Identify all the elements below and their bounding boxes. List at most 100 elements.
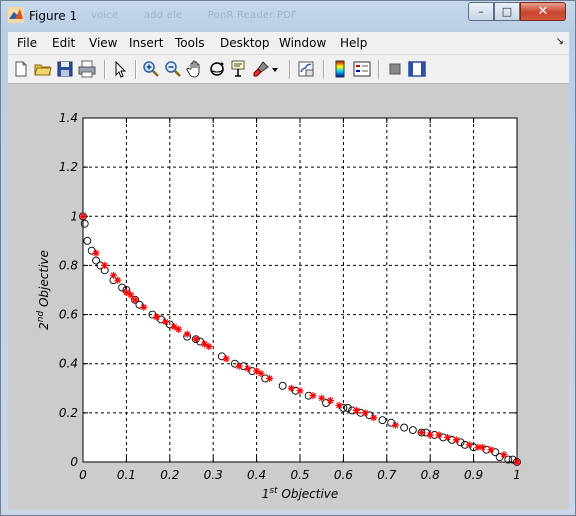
save-icon[interactable]	[56, 60, 74, 78]
x-tick-label: 0	[79, 468, 87, 482]
rotate-3d-icon[interactable]	[208, 60, 226, 78]
background-window-titles: voice add ele PonR Reader PDF	[91, 10, 319, 21]
y-tick-label: 1	[70, 209, 78, 223]
menu-desktop[interactable]: Desktop	[220, 36, 270, 50]
figure-canvas[interactable]: 0 0.1 0.2 0.3 0.4 0.5 0.6 0.7 0.8 0.9 1 0 0.2 0.4 0.6 0…	[8, 84, 569, 510]
x-tick-label: 0.5	[290, 468, 309, 482]
figure-toolbar	[8, 54, 569, 84]
minimize-icon: –	[478, 5, 484, 18]
y-tick-label: 0.2	[59, 406, 78, 420]
ghost-tab: PonR Reader PDF	[207, 10, 298, 21]
data-point-star	[114, 276, 122, 284]
legend-icon[interactable]	[353, 60, 371, 78]
data-point-star	[192, 335, 200, 343]
data-point-star	[140, 303, 148, 311]
edit-plot-arrow-icon[interactable]	[111, 60, 129, 78]
data-point-star	[309, 392, 317, 400]
minimize-button[interactable]: –	[468, 2, 494, 21]
menu-help[interactable]: Help	[340, 36, 367, 50]
x-axis-label: 1st Objective	[262, 486, 339, 501]
pan-hand-icon[interactable]	[186, 60, 204, 78]
ghost-tab: voice	[91, 10, 119, 21]
menu-file[interactable]: File	[17, 36, 37, 50]
zoom-in-icon[interactable]	[142, 60, 160, 78]
maximize-icon: □	[501, 5, 513, 18]
hide-plot-tools-icon[interactable]	[386, 60, 404, 78]
axes-box	[82, 117, 518, 463]
data-point-star	[92, 249, 100, 257]
dock-arrow-icon[interactable]: ↘	[556, 36, 564, 47]
data-point-star	[183, 330, 191, 338]
show-plot-tools-icon[interactable]	[408, 60, 426, 78]
open-file-icon[interactable]	[34, 60, 52, 78]
menu-tools[interactable]: Tools	[175, 36, 205, 50]
toolbar-separator	[289, 60, 291, 79]
new-figure-icon[interactable]	[12, 60, 30, 78]
menu-bar: File Edit View Insert Tools Desktop Wind…	[8, 32, 569, 54]
menu-insert[interactable]: Insert	[129, 36, 163, 50]
y-tick-label: 0	[70, 455, 78, 469]
toolbar-separator	[135, 60, 137, 79]
data-point-star	[500, 451, 508, 459]
data-point-star	[153, 313, 161, 321]
data-point-star	[418, 429, 426, 437]
data-cursor-icon[interactable]	[230, 60, 248, 78]
matlab-logo-icon	[8, 7, 24, 23]
data-point-star	[452, 436, 460, 444]
data-point-star	[370, 414, 378, 422]
data-point-star	[205, 343, 213, 351]
brush-icon[interactable]	[252, 60, 270, 78]
close-button[interactable]: ✕	[520, 2, 566, 21]
y-tick-label: 1.2	[59, 160, 78, 174]
x-tick-label: 0.4	[247, 468, 266, 482]
data-point-star	[101, 261, 109, 269]
data-point-star	[478, 443, 486, 451]
toolbar-separator	[323, 60, 325, 79]
window-title: Figure 1	[29, 9, 78, 23]
toolbar-separator	[104, 60, 106, 79]
data-point-star	[131, 296, 139, 304]
x-tick-label: 0.6	[334, 468, 353, 482]
data-point-star	[335, 401, 343, 409]
data-point-star	[444, 433, 452, 441]
x-tick-label: 0.8	[421, 468, 440, 482]
menu-window[interactable]: Window	[279, 36, 326, 50]
data-point-star	[287, 384, 295, 392]
data-point-star	[435, 431, 443, 439]
data-point-star	[326, 397, 334, 405]
data-point-star	[296, 387, 304, 395]
x-tick-label: 0.9	[464, 468, 483, 482]
x-tick-label: 0.7	[377, 468, 396, 482]
close-icon: ✕	[537, 4, 549, 19]
x-tick-label: 0.3	[204, 468, 223, 482]
x-tick-label: 0.2	[160, 468, 179, 482]
scatter-plot[interactable]: 0 0.1 0.2 0.3 0.4 0.5 0.6 0.7 0.8 0.9 1 0 0.2 0.4 0.6 0…	[8, 84, 569, 510]
brush-dropdown-icon[interactable]	[270, 60, 280, 78]
data-point-star	[257, 370, 265, 378]
link-plot-icon[interactable]	[297, 60, 315, 78]
data-point-star	[222, 355, 230, 363]
data-point-star	[266, 374, 274, 382]
data-point-star	[161, 318, 169, 326]
y-tick-label: 1.4	[59, 111, 78, 125]
data-point-star	[361, 409, 369, 417]
title-bar[interactable]: Figure 1 voice add ele PonR Reader PDF –…	[1, 1, 575, 31]
print-icon[interactable]	[78, 60, 96, 78]
figure-window: Figure 1 voice add ele PonR Reader PDF –…	[0, 0, 576, 516]
data-point-star	[487, 446, 495, 454]
zoom-out-icon[interactable]	[164, 60, 182, 78]
menu-view[interactable]: View	[89, 36, 117, 50]
data-point-star	[244, 365, 252, 373]
menu-edit[interactable]: Edit	[52, 36, 75, 50]
x-tick-label: 0.1	[117, 468, 136, 482]
data-point-star	[391, 421, 399, 429]
x-tick-label: 1	[513, 468, 521, 482]
ghost-tab: add ele	[143, 10, 183, 21]
data-point-star	[318, 394, 326, 402]
maximize-button[interactable]: □	[494, 2, 520, 21]
data-point-star	[174, 325, 182, 333]
toolbar-separator	[378, 60, 380, 79]
y-tick-label: 0.4	[59, 357, 78, 371]
colorbar-icon[interactable]	[331, 60, 349, 78]
data-point-star	[352, 406, 360, 414]
